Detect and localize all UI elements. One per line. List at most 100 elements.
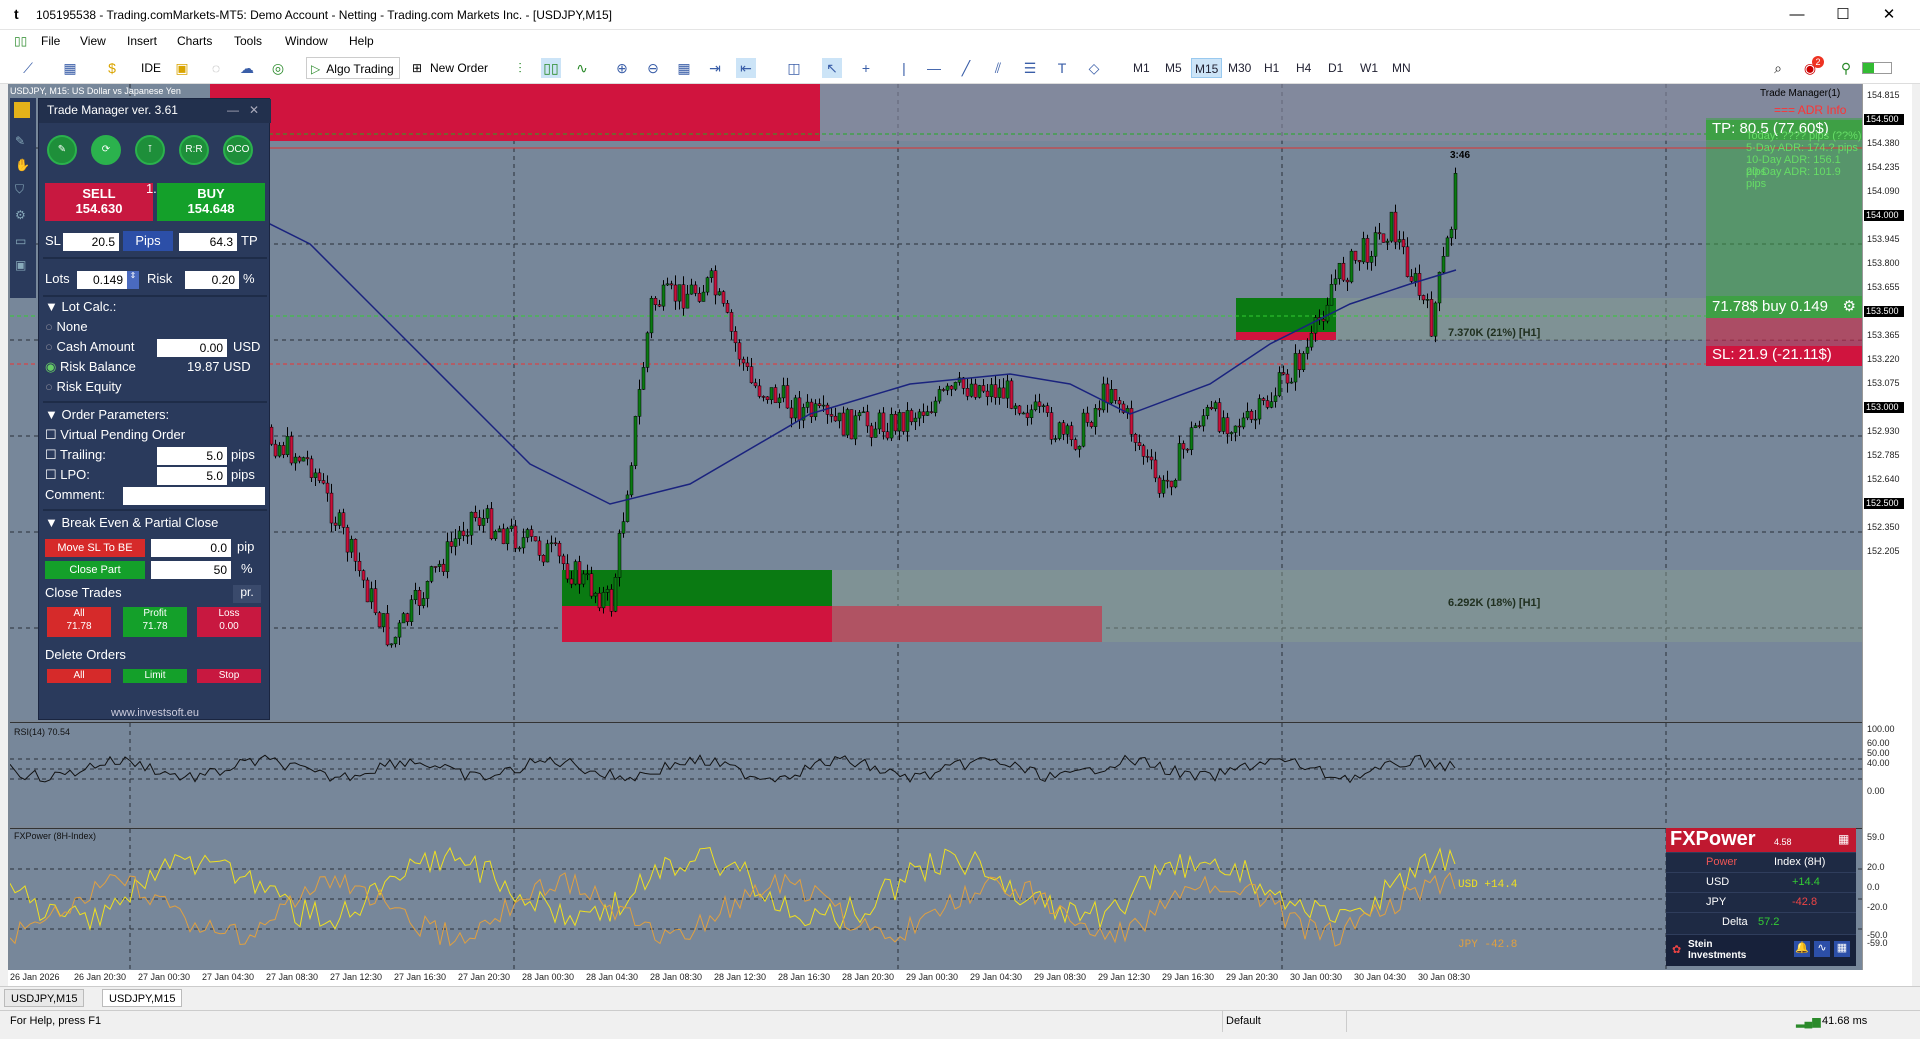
ide-button[interactable]: IDE (138, 57, 164, 79)
tf-w1[interactable]: W1 (1357, 58, 1381, 78)
order-params-toggle[interactable]: ▼ Order Parameters: (45, 407, 169, 422)
text-icon[interactable]: T (1052, 58, 1072, 78)
close-all-button[interactable]: All 71.78 (47, 607, 111, 637)
move-sl-be-button[interactable]: Move SL To BE (45, 539, 145, 557)
fxpower-grid-icon[interactable]: ▦ (1838, 832, 1849, 846)
price-scale[interactable]: 154.815 154.500 154.380 154.235 154.090 154.0… (1862, 84, 1912, 984)
opt-risk-equity[interactable]: ○ Risk Equity (45, 379, 122, 394)
delete-stop-button[interactable]: Stop (197, 669, 261, 683)
delete-limit-button[interactable]: Limit (123, 669, 187, 683)
close-part-input[interactable]: 50 (151, 561, 231, 579)
pencil-icon[interactable]: ✎ (47, 135, 77, 165)
menu-view[interactable]: View (80, 34, 106, 48)
trendline-icon[interactable]: ╱ (956, 58, 976, 78)
signal-icon[interactable]: ◌ (206, 58, 226, 78)
vertical-line-icon[interactable]: | (894, 58, 914, 78)
grid-icon[interactable]: ▦ (674, 58, 694, 78)
oco-button[interactable]: OCO (223, 135, 253, 165)
move-sl-input[interactable]: 0.0 (151, 539, 231, 557)
shield-icon[interactable]: ⛉ (15, 182, 24, 197)
menu-window[interactable]: Window (285, 34, 328, 48)
shapes-icon[interactable]: ◇ (1084, 58, 1104, 78)
tf-h1[interactable]: H1 (1261, 58, 1282, 78)
folder-icon[interactable]: ▭ (15, 234, 26, 248)
tm-website-link[interactable]: www.investsoft.eu (39, 707, 271, 719)
tf-m30[interactable]: M30 (1225, 58, 1254, 78)
table-icon[interactable]: ▦ (1834, 941, 1850, 957)
new-order-button[interactable]: ⊞ New Order (410, 57, 494, 79)
tf-mn[interactable]: MN (1389, 58, 1414, 78)
close-profit-button[interactable]: Profit 71.78 (123, 607, 187, 637)
fxpower-indicator[interactable]: FXPower (8H-Index) USD +14.4 JPY -42.8 (10, 828, 1862, 971)
trailing-input[interactable]: 5.0 (157, 447, 227, 465)
chart-icon[interactable]: ∿ (1814, 941, 1830, 957)
dollar-icon[interactable]: $ (102, 58, 122, 78)
sell-button[interactable]: SELL 154.630 (45, 183, 153, 221)
tm-minimize-icon[interactable]: — (227, 103, 239, 117)
fibonacci-icon[interactable]: ☰ (1020, 58, 1040, 78)
lpo-input[interactable]: 5.0 (157, 467, 227, 485)
market-watch-icon[interactable]: ▯▯ (14, 34, 27, 48)
algo-trading-button[interactable]: ▷ Algo Trading (306, 57, 400, 79)
opt-cash[interactable]: ○ Cash Amount (45, 339, 135, 354)
line-chart-icon[interactable]: ∿ (572, 58, 592, 78)
tf-m1[interactable]: M1 (1130, 58, 1153, 78)
settings-icon[interactable]: ⚙ (15, 208, 26, 222)
vps-icon[interactable]: ◎ (268, 58, 288, 78)
virtual-pending-checkbox[interactable]: ☐ Virtual Pending Order (45, 427, 185, 443)
chart-type-icon[interactable]: ⟋ (18, 58, 38, 78)
chart-shift-icon[interactable]: ⇤ (736, 58, 756, 78)
trailing-checkbox[interactable]: ☐ Trailing: (45, 447, 106, 463)
rr-button[interactable]: R:R (179, 135, 209, 165)
close-part-button[interactable]: Close Part (45, 561, 145, 579)
candle-chart-icon[interactable]: ▯▯ (541, 58, 561, 78)
lots-spinner-icon[interactable]: ⇕ (127, 271, 139, 289)
tf-m15[interactable]: M15 (1191, 58, 1223, 78)
screenshot-icon[interactable]: ◫ (784, 58, 804, 78)
be-partial-toggle[interactable]: ▼ Break Even & Partial Close (45, 515, 218, 530)
tf-m5[interactable]: M5 (1162, 58, 1185, 78)
rsi-indicator[interactable]: RSI(14) 70.54 (10, 722, 1862, 827)
menu-tools[interactable]: Tools (234, 34, 262, 48)
lpo-checkbox[interactable]: ☐ LPO: (45, 467, 90, 483)
tm-logo-icon[interactable] (14, 102, 30, 118)
alert-icon[interactable]: 🔔 (1794, 941, 1810, 957)
close-loss-button[interactable]: Loss 0.00 (197, 607, 261, 637)
tab-usdjpy-2[interactable]: USDJPY,M15 (102, 989, 183, 1007)
comment-input[interactable] (123, 487, 265, 505)
channel-icon[interactable]: ⫽ (988, 58, 1008, 78)
autoscroll-icon[interactable]: ⇥ (705, 58, 725, 78)
opt-risk-balance[interactable]: ◉ Risk Balance (45, 359, 136, 375)
edit-icon[interactable]: ✎ (15, 134, 25, 148)
opt-none[interactable]: ○ None (45, 319, 88, 334)
maximize-button[interactable]: ☐ (1820, 0, 1866, 30)
minimize-button[interactable]: — (1774, 0, 1820, 30)
pips-toggle[interactable]: Pips (123, 231, 173, 251)
lots-input[interactable]: 0.149 (77, 271, 127, 289)
sl-input[interactable]: 20.5 (63, 233, 119, 251)
menu-charts[interactable]: Charts (177, 34, 212, 48)
tab-usdjpy-1[interactable]: USDJPY,M15 (4, 989, 85, 1007)
main-chart[interactable]: USDJPY, M15: US Dollar vs Japanese Yen 7… (10, 84, 1862, 720)
cash-input[interactable]: 0.00 (157, 339, 227, 357)
position-label[interactable]: 71.78$ buy 0.149 ⚙ (1706, 296, 1862, 318)
zoom-in-icon[interactable]: ⊕ (612, 58, 632, 78)
new-chart-icon[interactable]: ▦ (60, 58, 80, 78)
menu-file[interactable]: File (41, 34, 60, 48)
time-scale[interactable]: 26 Jan 2026 26 Jan 20:30 27 Jan 00:30 27 Ja… (8, 970, 1912, 986)
horizontal-line-icon[interactable]: — (924, 58, 944, 78)
hand-icon[interactable]: ✋ (15, 158, 30, 172)
lot-calc-toggle[interactable]: ▼ Lot Calc.: (45, 299, 116, 314)
crosshair-icon[interactable]: + (856, 58, 876, 78)
search-icon[interactable]: ⌕ (1768, 58, 1788, 78)
bar-chart-icon[interactable]: ⫶ (510, 58, 530, 78)
cloud-icon[interactable]: ☁ (237, 58, 257, 78)
sl-label[interactable]: SL: 21.9 (-21.11$) (1706, 346, 1862, 366)
tp-sl-icon[interactable]: ⊺ (135, 135, 165, 165)
save-icon[interactable]: ▣ (15, 258, 26, 272)
close-button[interactable]: ✕ (1866, 0, 1912, 30)
tf-h4[interactable]: H4 (1293, 58, 1314, 78)
buy-button[interactable]: BUY 154.648 (157, 183, 265, 221)
delete-all-button[interactable]: All (47, 669, 111, 683)
refresh-icon[interactable]: ⟳ (91, 135, 121, 165)
